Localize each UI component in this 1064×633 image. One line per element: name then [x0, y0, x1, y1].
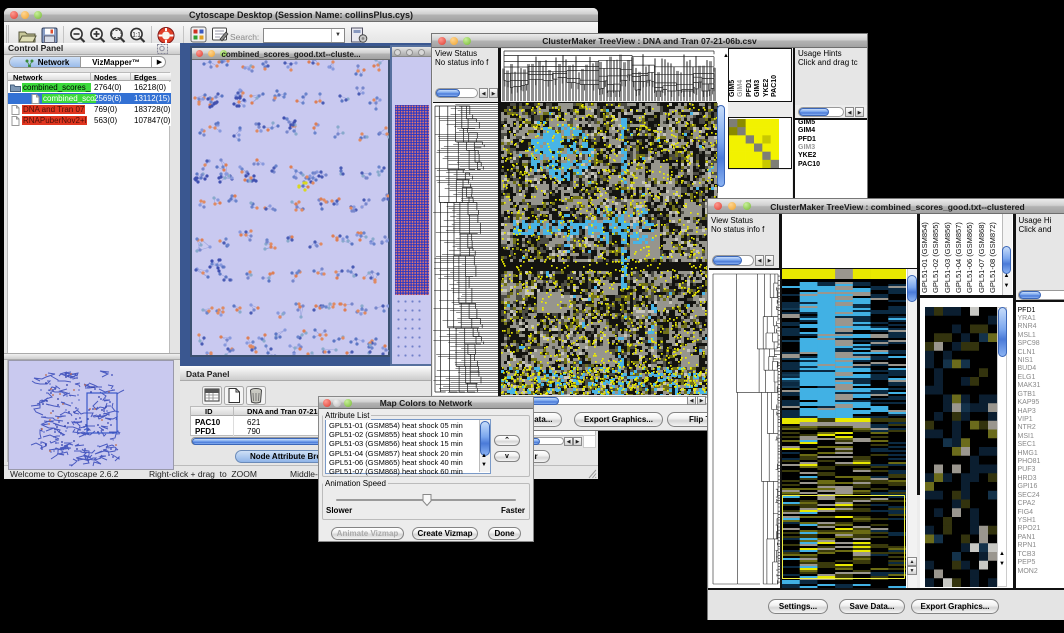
svg-text:1:1: 1:1 [132, 33, 141, 39]
